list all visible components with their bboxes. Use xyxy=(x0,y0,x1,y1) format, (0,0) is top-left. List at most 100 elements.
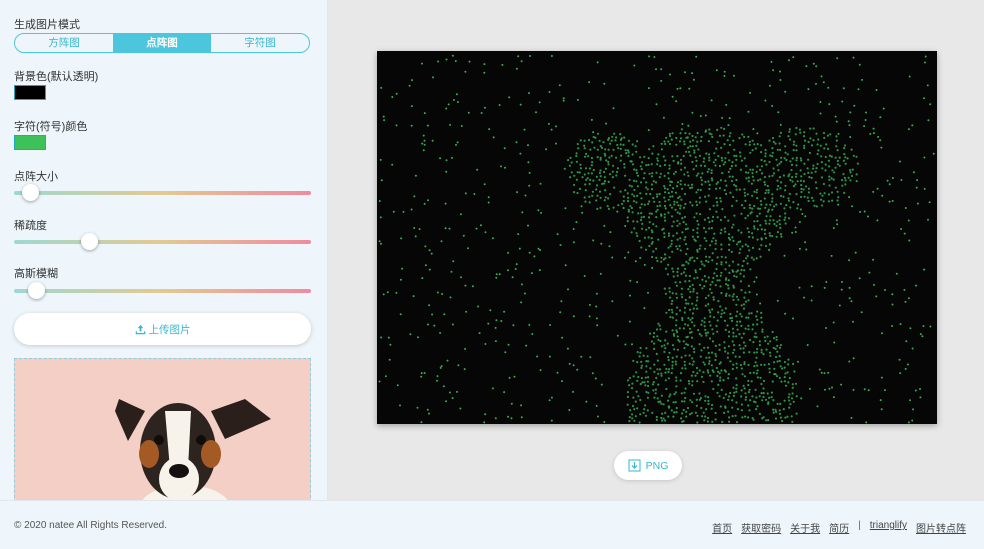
dot xyxy=(667,263,670,266)
dot xyxy=(539,369,542,372)
bg-color-picker[interactable] xyxy=(14,85,46,100)
dot xyxy=(675,284,678,287)
dot xyxy=(608,245,611,248)
dot xyxy=(819,144,822,147)
dot xyxy=(795,172,798,175)
footer-link-resume[interactable]: 简历 xyxy=(829,520,849,535)
dot xyxy=(612,164,615,167)
dot xyxy=(721,309,724,312)
dot xyxy=(744,217,747,220)
dot xyxy=(785,204,788,207)
footer-link-home[interactable]: 首页 xyxy=(712,520,732,535)
dot-size-slider-thumb[interactable] xyxy=(22,184,39,201)
dot-size-slider[interactable] xyxy=(14,184,311,201)
dot xyxy=(827,200,830,203)
footer-link-about[interactable]: 关于我 xyxy=(790,520,820,535)
dot xyxy=(739,272,742,275)
dot xyxy=(747,299,750,302)
dot xyxy=(590,118,593,121)
dot xyxy=(756,376,759,379)
footer-link-get-password[interactable]: 获取密码 xyxy=(741,520,781,535)
dot xyxy=(708,320,711,323)
dot xyxy=(693,216,696,219)
dot xyxy=(782,174,785,177)
sparsity-slider-thumb[interactable] xyxy=(81,233,98,250)
dot xyxy=(495,273,498,276)
dot xyxy=(671,299,674,303)
download-png-button[interactable]: PNG xyxy=(614,451,682,480)
dot xyxy=(764,152,767,155)
sparsity-slider[interactable] xyxy=(14,233,311,250)
dot xyxy=(780,156,783,159)
dot xyxy=(756,165,759,168)
upload-image-button[interactable]: 上传图片 xyxy=(14,313,311,345)
gaussian-blur-slider[interactable] xyxy=(14,282,311,299)
dot xyxy=(592,131,595,134)
dot xyxy=(709,324,712,327)
dot xyxy=(704,130,707,133)
dot xyxy=(822,132,826,135)
dot xyxy=(595,188,598,191)
dot xyxy=(628,384,631,387)
dot xyxy=(667,356,670,359)
dot xyxy=(576,98,579,101)
dot xyxy=(640,216,643,219)
dot xyxy=(817,149,820,152)
mode-tab-square[interactable]: 方阵图 xyxy=(15,34,113,52)
footer-link-image-to-dots[interactable]: 图片转点阵 xyxy=(916,520,966,535)
dot xyxy=(668,290,671,293)
dot xyxy=(681,316,684,320)
dot xyxy=(807,171,810,174)
gaussian-blur-slider-thumb[interactable] xyxy=(28,282,45,299)
dot xyxy=(655,415,658,419)
dot xyxy=(711,280,714,284)
dot xyxy=(748,409,751,412)
dot xyxy=(691,363,694,366)
dot xyxy=(711,340,715,343)
dot xyxy=(484,413,487,416)
dot xyxy=(669,204,672,207)
dot xyxy=(579,139,582,142)
dot xyxy=(736,328,739,331)
dot xyxy=(744,143,747,146)
dot xyxy=(665,311,668,314)
dot xyxy=(858,63,861,66)
dot xyxy=(724,307,727,310)
char-color-picker[interactable] xyxy=(14,135,46,150)
dot xyxy=(426,124,429,127)
dot xyxy=(760,316,763,319)
dot xyxy=(850,416,853,419)
mode-tab-char[interactable]: 字符图 xyxy=(211,34,309,52)
dot xyxy=(683,166,686,169)
dot xyxy=(483,71,486,74)
dot xyxy=(748,235,751,238)
dot xyxy=(733,391,736,394)
dot xyxy=(524,194,527,197)
dot xyxy=(696,276,699,279)
dot xyxy=(688,362,691,365)
footer-link-trianglify[interactable]: trianglify xyxy=(870,520,907,535)
dot xyxy=(615,170,619,174)
dot xyxy=(595,305,598,308)
dot xyxy=(687,288,690,291)
dot xyxy=(718,362,721,365)
mode-tab-dot[interactable]: 点阵图 xyxy=(113,34,211,52)
dot xyxy=(778,346,782,349)
dot xyxy=(787,358,790,361)
dot xyxy=(459,407,462,410)
dot xyxy=(795,156,798,159)
dot xyxy=(595,292,598,295)
dot xyxy=(676,155,679,158)
dot xyxy=(738,344,741,347)
dot xyxy=(668,308,671,312)
dot xyxy=(807,140,810,144)
dot xyxy=(671,250,674,253)
dot xyxy=(821,204,824,207)
dot xyxy=(568,409,571,411)
dot xyxy=(603,421,606,423)
dot xyxy=(748,351,751,354)
dot xyxy=(671,225,674,228)
sidebar: 生成图片模式 方阵图 点阵图 字符图 背景色(默认透明) 字符(符号)颜色 点阵… xyxy=(0,0,328,500)
dot xyxy=(783,207,786,210)
dot xyxy=(832,178,835,181)
